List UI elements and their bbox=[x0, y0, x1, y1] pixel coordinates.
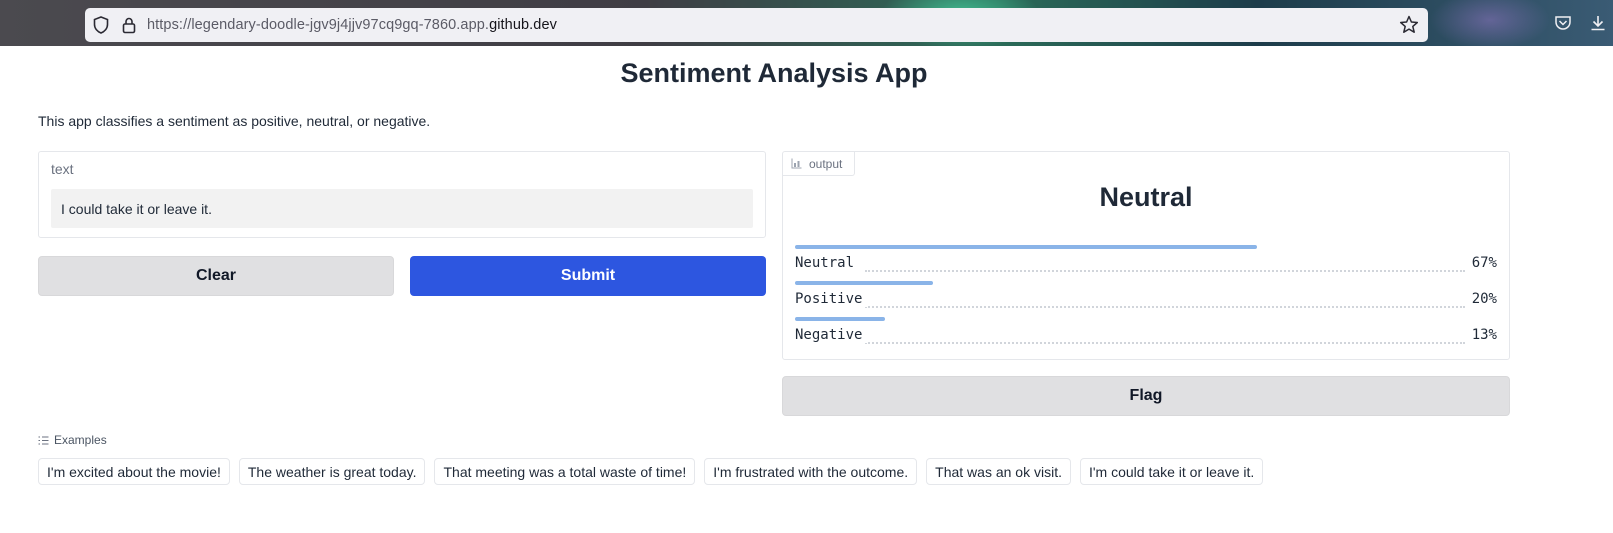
examples-list: I'm excited about the movie! The weather… bbox=[38, 458, 1264, 485]
example-item[interactable]: I'm frustrated with the outcome. bbox=[704, 458, 918, 485]
confidence-percent: 67% bbox=[1467, 255, 1497, 271]
app-description: This app classifies a sentiment as posit… bbox=[38, 113, 431, 129]
text-input-panel: text bbox=[38, 151, 766, 238]
flag-button[interactable]: Flag bbox=[782, 376, 1510, 416]
page-title: Sentiment Analysis App bbox=[620, 58, 928, 88]
url-host: github.dev bbox=[489, 17, 557, 33]
confidence-label: Negative bbox=[795, 327, 869, 343]
example-item[interactable]: That meeting was a total waste of time! bbox=[434, 458, 696, 485]
confidence-percent: 13% bbox=[1467, 327, 1497, 343]
examples-heading-label: Examples bbox=[54, 433, 107, 447]
list-icon bbox=[38, 435, 49, 445]
confidence-bar bbox=[795, 281, 933, 285]
example-item[interactable]: The weather is great today. bbox=[238, 458, 426, 485]
text-input-label: text bbox=[51, 161, 74, 177]
confidence-row: Neutral 67% bbox=[795, 245, 1497, 275]
pocket-icon[interactable] bbox=[1553, 13, 1573, 33]
confidence-label: Neutral bbox=[795, 255, 861, 271]
lock-icon[interactable] bbox=[119, 15, 139, 35]
text-input[interactable] bbox=[51, 189, 753, 228]
url-text[interactable]: https://legendary-doodle-jgv9j4jjv97cq9g… bbox=[147, 17, 557, 33]
example-item[interactable]: I'm could take it or leave it. bbox=[1079, 458, 1264, 485]
shield-icon[interactable] bbox=[91, 15, 111, 35]
submit-button[interactable]: Submit bbox=[410, 256, 766, 296]
leader-dots bbox=[865, 306, 1465, 308]
output-tag-label: output bbox=[809, 156, 843, 171]
confidence-bar bbox=[795, 317, 885, 321]
address-bar[interactable]: https://legendary-doodle-jgv9j4jjv97cq9g… bbox=[85, 8, 1428, 42]
background-glow bbox=[1430, 0, 1550, 46]
leader-dots bbox=[865, 270, 1465, 272]
output-tag: output bbox=[783, 152, 855, 176]
confidence-label: Positive bbox=[795, 291, 869, 307]
example-item[interactable]: I'm excited about the movie! bbox=[38, 458, 230, 485]
chart-icon bbox=[791, 158, 802, 169]
confidence-row: Positive 20% bbox=[795, 281, 1497, 311]
star-icon[interactable] bbox=[1398, 14, 1420, 36]
confidence-row: Negative 13% bbox=[795, 317, 1497, 347]
browser-toolbar: https://legendary-doodle-jgv9j4jjv97cq9g… bbox=[0, 0, 1613, 46]
leader-dots bbox=[865, 342, 1465, 344]
confidence-bar bbox=[795, 245, 1257, 249]
examples-heading: Examples bbox=[38, 433, 107, 447]
download-icon[interactable] bbox=[1588, 13, 1608, 33]
clear-button[interactable]: Clear bbox=[38, 256, 394, 296]
confidence-percent: 20% bbox=[1467, 291, 1497, 307]
output-panel: output Neutral Neutral 67% Positive 20% … bbox=[782, 151, 1510, 360]
url-prefix: https://legendary-doodle-jgv9j4jjv97cq9g… bbox=[147, 17, 490, 33]
example-item[interactable]: That was an ok visit. bbox=[926, 458, 1071, 485]
predicted-label: Neutral bbox=[1099, 182, 1193, 212]
